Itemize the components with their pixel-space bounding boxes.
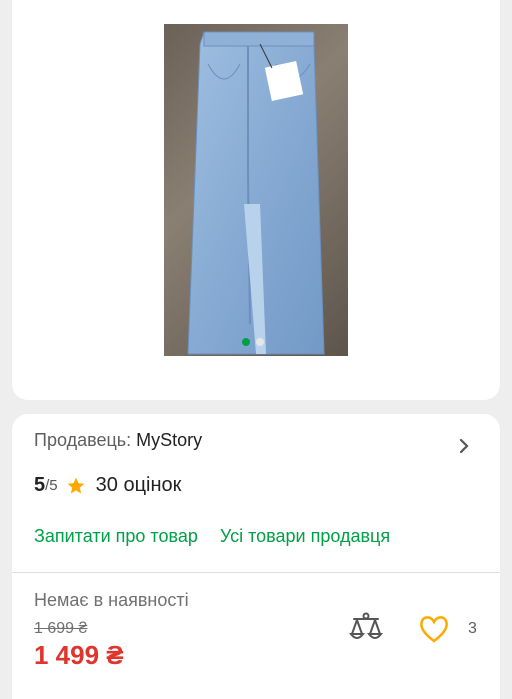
- star-icon: [67, 477, 84, 493]
- gallery-dot-2[interactable]: [256, 338, 264, 346]
- reviews-count: 30 оцінок: [95, 474, 182, 496]
- seller-rating: 5 /5 30 оцінок: [34, 474, 181, 497]
- rating-value: 5: [34, 474, 46, 496]
- seller-actions: Запитати про товар Усі товари продавця: [34, 526, 390, 547]
- seller-card: Продавець: MyStory 5 /5 30 оцінок Запита…: [12, 414, 500, 699]
- denim-skirt-image: [187, 31, 325, 355]
- seller-link[interactable]: Продавець: MyStory: [34, 430, 202, 451]
- favorites-count: 3: [468, 620, 477, 637]
- stock-status: Немає в наявності: [34, 590, 189, 610]
- divider: [12, 572, 500, 573]
- rating-max: /5: [45, 477, 58, 494]
- seller-name: MyStory: [136, 430, 203, 450]
- ask-question-link[interactable]: Запитати про товар: [34, 526, 198, 547]
- current-price: 1 499 ₴: [34, 640, 124, 670]
- product-gallery: [12, 0, 500, 400]
- product-photo[interactable]: [164, 24, 348, 356]
- compare-scales-icon[interactable]: [348, 610, 384, 646]
- all-seller-items-link[interactable]: Усі товари продавця: [220, 526, 390, 547]
- old-price: 1 699 ₴: [34, 620, 88, 637]
- heart-icon[interactable]: [418, 614, 450, 644]
- chevron-right-icon[interactable]: [456, 438, 472, 454]
- gallery-pagination: [242, 338, 264, 346]
- gallery-dot-1[interactable]: [242, 338, 250, 346]
- seller-label: Продавець:: [34, 430, 137, 450]
